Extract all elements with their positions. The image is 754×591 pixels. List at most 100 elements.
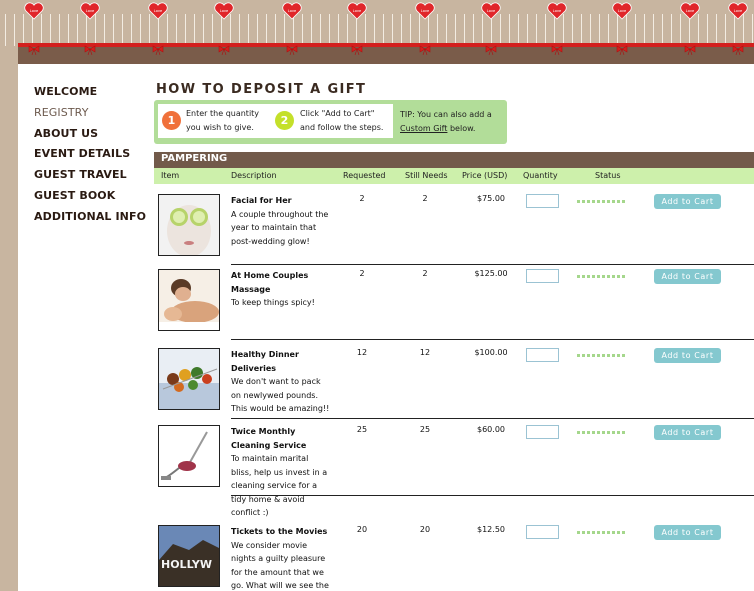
requested-value: 25	[356, 425, 368, 434]
bow-icon	[351, 40, 363, 56]
heart-icon: Love	[612, 2, 632, 20]
svg-text:Love: Love	[154, 9, 163, 13]
still-needs-value: 2	[422, 269, 428, 278]
gift-row: Facial for Her A couple throughout the ye…	[154, 194, 754, 271]
add-to-cart-button[interactable]: Add to Cart	[654, 348, 721, 363]
bow-icon	[286, 40, 298, 56]
content-area: WELCOME REGISTRY ABOUT US EVENT DETAILS …	[18, 64, 754, 591]
svg-text:Love: Love	[30, 9, 39, 13]
gift-title: Tickets to the Movies	[231, 527, 328, 536]
gift-description: We consider movie nights a guilty pleasu…	[231, 540, 329, 591]
steps-panel: 1 Enter the quantity you wish to give. 2…	[158, 104, 393, 138]
tip-line-1: TIP: You can also add a	[400, 110, 492, 119]
row-divider	[231, 339, 754, 340]
bow-icon	[551, 40, 563, 56]
add-to-cart-button[interactable]: Add to Cart	[654, 525, 721, 540]
gift-title: At Home Couples Massage	[231, 271, 309, 294]
svg-text:Love: Love	[487, 9, 496, 13]
still-needs-value: 12	[419, 348, 431, 357]
bow-icon	[84, 40, 96, 56]
tip-text: TIP: You can also add a Custom Gift belo…	[400, 108, 504, 136]
column-header-price: Price (USD)	[462, 171, 508, 180]
custom-gift-link[interactable]: Custom Gift	[400, 124, 447, 133]
requested-value: 20	[356, 525, 368, 534]
gift-description: To keep things spicy!	[231, 298, 315, 307]
nav-item-event-details[interactable]: EVENT DETAILS	[34, 144, 154, 165]
column-header-status: Status	[595, 171, 621, 180]
column-header-item: Item	[161, 171, 180, 180]
banner-band	[18, 47, 754, 64]
nav-item-welcome[interactable]: WELCOME	[34, 82, 154, 103]
bow-icon	[616, 40, 628, 56]
step-1-badge: 1	[162, 111, 181, 130]
gift-description: To maintain marital bliss, help us inves…	[231, 454, 328, 517]
column-header-requested: Requested	[343, 171, 386, 180]
column-header-description: Description	[231, 171, 277, 180]
svg-text:Love: Love	[220, 9, 229, 13]
svg-text:Love: Love	[734, 9, 743, 13]
side-nav: WELCOME REGISTRY ABOUT US EVENT DETAILS …	[34, 82, 154, 228]
instructions-box: 1 Enter the quantity you wish to give. 2…	[154, 100, 507, 144]
svg-text:Love: Love	[618, 9, 627, 13]
bow-icon	[684, 40, 696, 56]
step-2-text: Click "Add to Cart" and follow the steps…	[300, 107, 383, 135]
quantity-input[interactable]	[526, 525, 559, 539]
row-divider	[231, 418, 754, 419]
add-to-cart-button[interactable]: Add to Cart	[654, 194, 721, 209]
still-needs-value: 25	[419, 425, 431, 434]
price-value: $12.50	[477, 525, 505, 534]
quantity-input[interactable]	[526, 194, 559, 208]
status-indicator	[577, 200, 627, 203]
bow-icon	[419, 40, 431, 56]
gift-title: Facial for Her	[231, 196, 292, 205]
nav-item-registry[interactable]: REGISTRY	[34, 103, 154, 124]
gift-description: We don't want to pack on newlywed pounds…	[231, 377, 330, 413]
gift-title: Healthy Dinner Deliveries	[231, 350, 299, 373]
tip-line-2: Custom Gift below.	[400, 122, 504, 136]
nav-item-guest-book[interactable]: GUEST BOOK	[34, 186, 154, 207]
heart-icon: Love	[415, 2, 435, 20]
main-content: HOW TO DEPOSIT A GIFT 1 Enter the quanti…	[154, 64, 754, 591]
bow-icon	[218, 40, 230, 56]
svg-text:Love: Love	[353, 9, 362, 13]
nav-item-guest-travel[interactable]: GUEST TRAVEL	[34, 165, 154, 186]
massage-image	[158, 269, 220, 331]
quantity-input[interactable]	[526, 269, 559, 283]
facial-image	[158, 194, 220, 256]
gift-row: HOLLYW Tickets to the Movies We consider m…	[154, 525, 754, 591]
step-1-line-1: Enter the quantity	[186, 109, 260, 118]
still-needs-value: 2	[422, 194, 428, 203]
heart-icon: Love	[214, 2, 234, 20]
row-divider	[231, 495, 754, 496]
step-2-line-2: and follow the steps.	[300, 123, 384, 132]
column-header-still-needs: Still Needs	[405, 171, 448, 180]
nav-item-additional-info[interactable]: ADDITIONAL INFO	[34, 207, 154, 228]
status-indicator	[577, 531, 627, 534]
requested-value: 2	[359, 269, 365, 278]
heart-icon: Love	[347, 2, 367, 20]
status-indicator	[577, 354, 627, 357]
heart-icon: Love	[680, 2, 700, 20]
price-value: $125.00	[474, 269, 508, 278]
heart-icon: Love	[481, 2, 501, 20]
heart-icon: Love	[24, 2, 44, 20]
add-to-cart-button[interactable]: Add to Cart	[654, 425, 721, 440]
hollywood-image: HOLLYW	[158, 525, 220, 587]
vacuum-image	[158, 425, 220, 487]
bow-icon	[485, 40, 497, 56]
heart-icon: Love	[547, 2, 567, 20]
gift-row: Twice Monthly Cleaning Service To maintai…	[154, 425, 754, 517]
status-indicator	[577, 431, 627, 434]
step-1-line-2: you wish to give.	[186, 123, 254, 132]
status-indicator	[577, 275, 627, 278]
step-1-text: Enter the quantity you wish to give.	[186, 107, 259, 135]
price-value: $60.00	[477, 425, 505, 434]
nav-item-about-us[interactable]: ABOUT US	[34, 124, 154, 145]
add-to-cart-button[interactable]: Add to Cart	[654, 269, 721, 284]
bow-icon	[28, 40, 40, 56]
price-value: $75.00	[477, 194, 505, 203]
svg-text:Love: Love	[686, 9, 695, 13]
quantity-input[interactable]	[526, 348, 559, 362]
bow-icon	[732, 40, 744, 56]
quantity-input[interactable]	[526, 425, 559, 439]
